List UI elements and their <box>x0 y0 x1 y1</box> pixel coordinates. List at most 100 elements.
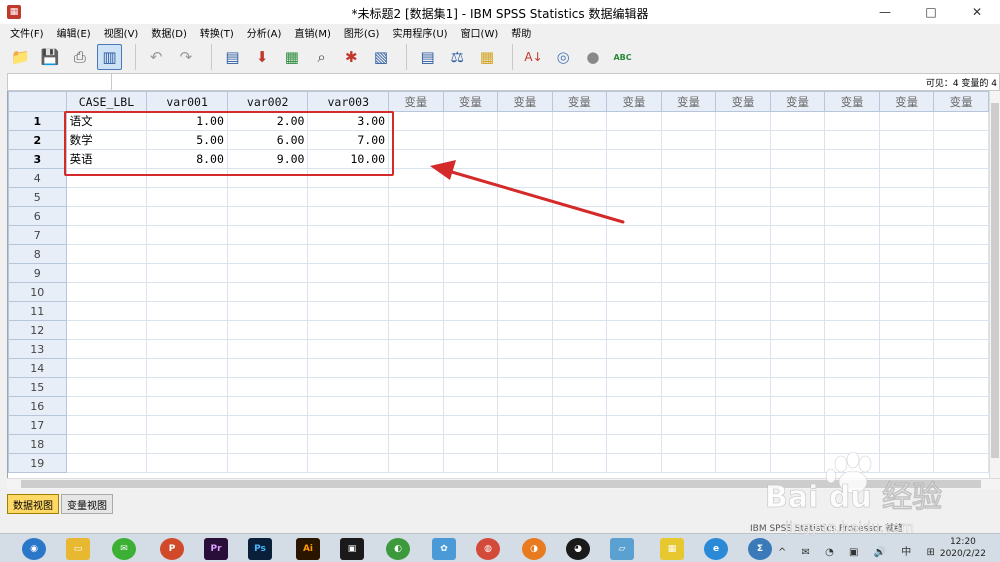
data-cell[interactable] <box>878 168 935 188</box>
data-cell[interactable] <box>878 415 935 435</box>
data-cell[interactable] <box>551 282 608 302</box>
data-cell[interactable] <box>307 263 390 283</box>
data-cell[interactable] <box>769 320 826 340</box>
data-cell[interactable] <box>878 225 935 245</box>
data-cell[interactable] <box>769 244 826 264</box>
spell-check-icon[interactable]: ABC <box>610 44 635 70</box>
data-cell[interactable] <box>824 111 880 131</box>
data-cell[interactable] <box>660 301 717 321</box>
data-cell[interactable] <box>226 206 309 226</box>
data-cell[interactable] <box>442 130 499 150</box>
open-folder-icon[interactable]: 📁 <box>8 44 33 70</box>
data-cell[interactable] <box>715 244 771 264</box>
data-cell[interactable] <box>307 415 390 435</box>
data-cell[interactable] <box>497 358 553 378</box>
data-cell[interactable] <box>146 263 228 283</box>
data-cell[interactable] <box>65 320 148 340</box>
data-cell[interactable] <box>65 263 148 283</box>
data-cell[interactable] <box>660 339 717 359</box>
data-cell[interactable] <box>442 263 499 283</box>
start-icon[interactable]: ◉ <box>22 538 46 560</box>
print-icon[interactable]: ⎙ <box>67 44 92 70</box>
data-cell[interactable] <box>146 187 228 207</box>
vertical-scrollbar[interactable] <box>989 91 1000 478</box>
data-cell[interactable] <box>388 282 444 302</box>
data-cell[interactable] <box>769 187 826 207</box>
data-cell[interactable] <box>388 130 444 150</box>
data-cell[interactable] <box>715 168 771 188</box>
data-cell[interactable] <box>226 263 309 283</box>
data-cell[interactable] <box>769 358 826 378</box>
data-cell[interactable] <box>226 301 309 321</box>
data-cell[interactable] <box>551 225 608 245</box>
data-cell[interactable] <box>660 320 717 340</box>
data-cell[interactable] <box>65 187 148 207</box>
data-cell[interactable] <box>606 225 662 245</box>
data-cell[interactable] <box>660 130 717 150</box>
data-cell[interactable] <box>933 415 989 435</box>
data-cell[interactable] <box>307 206 390 226</box>
data-cell[interactable] <box>824 263 880 283</box>
data-cell[interactable] <box>307 320 390 340</box>
data-cell[interactable] <box>442 206 499 226</box>
data-cell[interactable] <box>606 244 662 264</box>
menu-view[interactable]: 视图(V) <box>104 25 139 40</box>
data-cell[interactable] <box>226 415 309 435</box>
data-cell[interactable] <box>769 130 826 150</box>
column-header[interactable]: 变量 <box>606 91 662 112</box>
data-cell[interactable] <box>715 206 771 226</box>
data-cell[interactable] <box>824 453 880 473</box>
data-cell[interactable] <box>497 187 553 207</box>
row-header[interactable]: 10 <box>8 282 67 302</box>
data-cell[interactable] <box>715 282 771 302</box>
data-cell[interactable] <box>65 453 148 473</box>
data-cell[interactable] <box>933 434 989 454</box>
data-cell[interactable] <box>824 130 880 150</box>
data-cell[interactable] <box>769 339 826 359</box>
data-cell[interactable] <box>551 130 608 150</box>
data-cell[interactable] <box>660 415 717 435</box>
dialog-recall-icon[interactable]: ▥ <box>97 44 122 70</box>
row-header[interactable]: 16 <box>8 396 67 416</box>
variables-icon[interactable]: ▦ <box>280 44 305 70</box>
data-cell[interactable] <box>65 339 148 359</box>
data-cell[interactable] <box>497 339 553 359</box>
data-cell[interactable] <box>146 339 228 359</box>
spss-taskbar-icon[interactable]: ▦ <box>660 538 684 560</box>
data-cell[interactable] <box>442 358 499 378</box>
data-cell[interactable] <box>146 358 228 378</box>
data-cell[interactable] <box>878 111 935 131</box>
data-cell[interactable] <box>606 168 662 188</box>
data-cell[interactable] <box>715 301 771 321</box>
column-header[interactable]: 变量 <box>933 91 989 112</box>
data-cell[interactable] <box>442 282 499 302</box>
row-header[interactable]: 19 <box>8 453 67 473</box>
data-cell[interactable] <box>933 282 989 302</box>
data-cell[interactable] <box>307 187 390 207</box>
data-cell[interactable] <box>933 149 989 169</box>
data-cell[interactable] <box>660 244 717 264</box>
data-cell[interactable] <box>388 377 444 397</box>
data-cell[interactable] <box>933 320 989 340</box>
notes-app-icon[interactable]: ▱ <box>610 538 634 560</box>
data-cell[interactable] <box>442 377 499 397</box>
data-cell[interactable] <box>551 206 608 226</box>
row-header[interactable]: 17 <box>8 415 67 435</box>
data-cell[interactable] <box>442 339 499 359</box>
data-cell[interactable] <box>442 396 499 416</box>
data-cell[interactable] <box>388 111 444 131</box>
row-header[interactable]: 14 <box>8 358 67 378</box>
data-cell[interactable] <box>933 206 989 226</box>
data-cell[interactable] <box>307 225 390 245</box>
weight-cases-icon[interactable]: ⚖ <box>445 44 470 70</box>
data-cell[interactable] <box>146 206 228 226</box>
menu-transform[interactable]: 转换(T) <box>200 25 234 40</box>
data-cell[interactable] <box>146 453 228 473</box>
data-cell[interactable] <box>442 434 499 454</box>
data-cell[interactable] <box>878 396 935 416</box>
data-cell[interactable] <box>606 396 662 416</box>
data-cell[interactable] <box>388 358 444 378</box>
data-cell[interactable] <box>606 415 662 435</box>
column-header[interactable]: 变量 <box>660 91 717 112</box>
data-cell[interactable] <box>388 396 444 416</box>
